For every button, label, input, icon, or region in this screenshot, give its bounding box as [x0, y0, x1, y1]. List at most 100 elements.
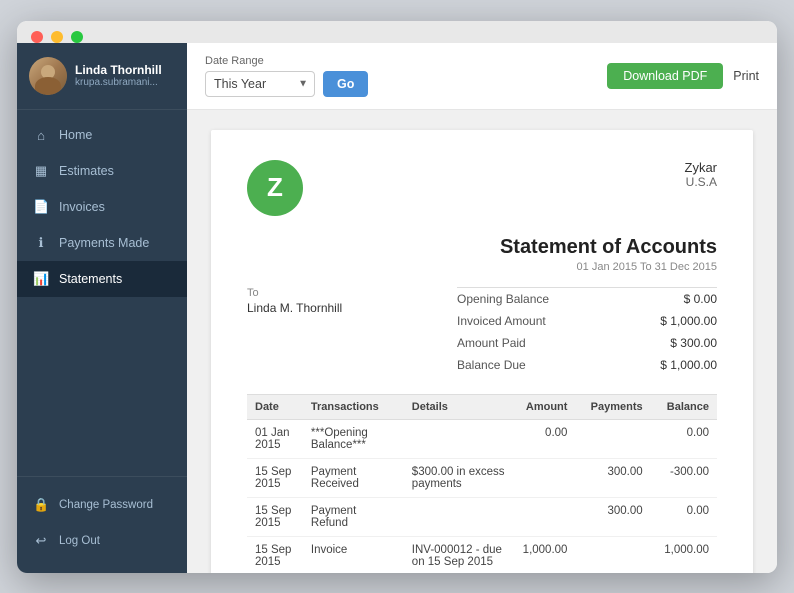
doc-balances: Opening Balance $ 0.00 Invoiced Amount $… [457, 287, 717, 376]
company-country: U.S.A [685, 175, 718, 189]
col-header-details: Details [404, 394, 515, 419]
date-range-select[interactable]: This Year Last Year Custom [205, 71, 315, 97]
invoiced-amount-label: Invoiced Amount [457, 314, 546, 328]
sidebar-item-home-label: Home [59, 128, 92, 142]
opening-balance-value: $ 0.00 [684, 292, 717, 306]
table-row: 15 Sep 2015 Payment Received $300.00 in … [247, 458, 717, 497]
cell-details: $300.00 in excess payments [404, 458, 515, 497]
sidebar-item-change-password-label: Change Password [59, 499, 153, 511]
sidebar-item-log-out[interactable]: ↩ Log Out [17, 523, 187, 559]
invoiced-amount-value: $ 1,000.00 [660, 314, 717, 328]
browser-dot-maximize[interactable] [71, 31, 83, 43]
col-header-date: Date [247, 394, 303, 419]
table-row: 15 Sep 2015 Payment Refund 300.00 0.00 [247, 497, 717, 536]
cell-amount: 1,000.00 [515, 536, 576, 573]
browser-dot-minimize[interactable] [51, 31, 63, 43]
avatar-image [29, 57, 67, 95]
main-content: Date Range This Year Last Year Custom ▼ [187, 43, 777, 573]
cell-transaction: ***Opening Balance*** [303, 419, 404, 458]
cell-details: INV-000012 - due on 15 Sep 2015 [404, 536, 515, 573]
cell-transaction: Payment Received [303, 458, 404, 497]
estimates-icon: ▦ [33, 163, 49, 179]
col-header-transactions: Transactions [303, 394, 404, 419]
sidebar-item-log-out-label: Log Out [59, 535, 100, 547]
toolbar-right: Download PDF Print [607, 63, 759, 89]
cell-date: 15 Sep 2015 [247, 536, 303, 573]
balance-row-invoiced: Invoiced Amount $ 1,000.00 [457, 310, 717, 332]
cell-date: 15 Sep 2015 [247, 497, 303, 536]
toolbar-date-range-section: Date Range This Year Last Year Custom ▼ [205, 55, 368, 97]
sidebar-item-home[interactable]: ⌂ Home [17, 118, 187, 153]
avatar [29, 57, 67, 95]
cell-payments [575, 536, 650, 573]
sidebar-item-invoices-label: Invoices [59, 200, 105, 214]
balance-due-label: Balance Due [457, 358, 526, 372]
payments-made-icon: ℹ [33, 235, 49, 251]
sidebar-item-statements-label: Statements [59, 272, 122, 286]
amount-paid-label: Amount Paid [457, 336, 526, 350]
cell-date: 01 Jan 2015 [247, 419, 303, 458]
logout-icon: ↩ [33, 533, 49, 549]
sidebar-item-payments-made[interactable]: ℹ Payments Made [17, 225, 187, 261]
user-email: krupa.subramani... [75, 77, 175, 88]
cell-amount: 0.00 [515, 419, 576, 458]
sidebar-item-change-password[interactable]: 🔒 Change Password [17, 487, 187, 523]
print-button[interactable]: Print [733, 69, 759, 83]
cell-payments: 300.00 [575, 458, 650, 497]
sidebar-item-estimates[interactable]: ▦ Estimates [17, 153, 187, 189]
cell-amount [515, 458, 576, 497]
cell-balance: -300.00 [651, 458, 717, 497]
balance-row-paid: Amount Paid $ 300.00 [457, 332, 717, 354]
company-logo: Z [247, 160, 303, 216]
doc-summary: To Linda M. Thornhill Opening Balance $ … [247, 287, 717, 376]
doc-header: Z Zykar U.S.A [247, 160, 717, 216]
date-range-wrapper: This Year Last Year Custom ▼ [205, 71, 315, 97]
doc-to-name: Linda M. Thornhill [247, 301, 342, 315]
company-name: Zykar [685, 160, 718, 175]
doc-to-section: To Linda M. Thornhill [247, 287, 342, 315]
col-header-amount: Amount [515, 394, 576, 419]
lock-icon: 🔒 [33, 497, 49, 513]
main-toolbar: Date Range This Year Last Year Custom ▼ [187, 43, 777, 110]
sidebar-item-invoices[interactable]: 📄 Invoices [17, 189, 187, 225]
sidebar-user-section: Linda Thornhill krupa.subramani... [17, 43, 187, 110]
user-name: Linda Thornhill [75, 63, 175, 77]
cell-details [404, 419, 515, 458]
go-button[interactable]: Go [323, 71, 368, 97]
cell-balance: 0.00 [651, 497, 717, 536]
transactions-table: Date Transactions Details Amount Payment… [247, 394, 717, 573]
browser-chrome [17, 21, 777, 43]
table-row: 01 Jan 2015 ***Opening Balance*** 0.00 0… [247, 419, 717, 458]
sidebar-item-statements[interactable]: 📊 Statements [17, 261, 187, 297]
download-pdf-button[interactable]: Download PDF [607, 63, 723, 89]
browser-body: Linda Thornhill krupa.subramani... ⌂ Hom… [17, 43, 777, 573]
user-info: Linda Thornhill krupa.subramani... [75, 63, 175, 88]
company-info: Zykar U.S.A [685, 160, 718, 189]
cell-balance: 1,000.00 [651, 536, 717, 573]
statements-icon: 📊 [33, 271, 49, 287]
document-paper: Z Zykar U.S.A Statement of Accounts 01 J… [211, 130, 753, 573]
cell-transaction: Payment Refund [303, 497, 404, 536]
sidebar-bottom: 🔒 Change Password ↩ Log Out [17, 476, 187, 573]
doc-title: Statement of Accounts [247, 236, 717, 259]
document-area: Z Zykar U.S.A Statement of Accounts 01 J… [187, 110, 777, 573]
sidebar-nav: ⌂ Home ▦ Estimates 📄 Invoices ℹ Payments… [17, 110, 187, 476]
doc-date-range: 01 Jan 2015 To 31 Dec 2015 [247, 261, 717, 273]
table-row: 15 Sep 2015 Invoice INV-000012 - due on … [247, 536, 717, 573]
col-header-payments: Payments [575, 394, 650, 419]
balance-due-value: $ 1,000.00 [660, 358, 717, 372]
cell-payments [575, 419, 650, 458]
browser-window: Linda Thornhill krupa.subramani... ⌂ Hom… [17, 21, 777, 573]
balance-row-due: Balance Due $ 1,000.00 [457, 354, 717, 376]
col-header-balance: Balance [651, 394, 717, 419]
cell-details [404, 497, 515, 536]
opening-balance-label: Opening Balance [457, 292, 549, 306]
doc-title-section: Statement of Accounts 01 Jan 2015 To 31 … [247, 236, 717, 273]
browser-dot-close[interactable] [31, 31, 43, 43]
date-range-label: Date Range [205, 55, 368, 67]
balance-row-opening: Opening Balance $ 0.00 [457, 288, 717, 310]
home-icon: ⌂ [33, 128, 49, 143]
sidebar: Linda Thornhill krupa.subramani... ⌂ Hom… [17, 43, 187, 573]
invoices-icon: 📄 [33, 199, 49, 215]
cell-transaction: Invoice [303, 536, 404, 573]
